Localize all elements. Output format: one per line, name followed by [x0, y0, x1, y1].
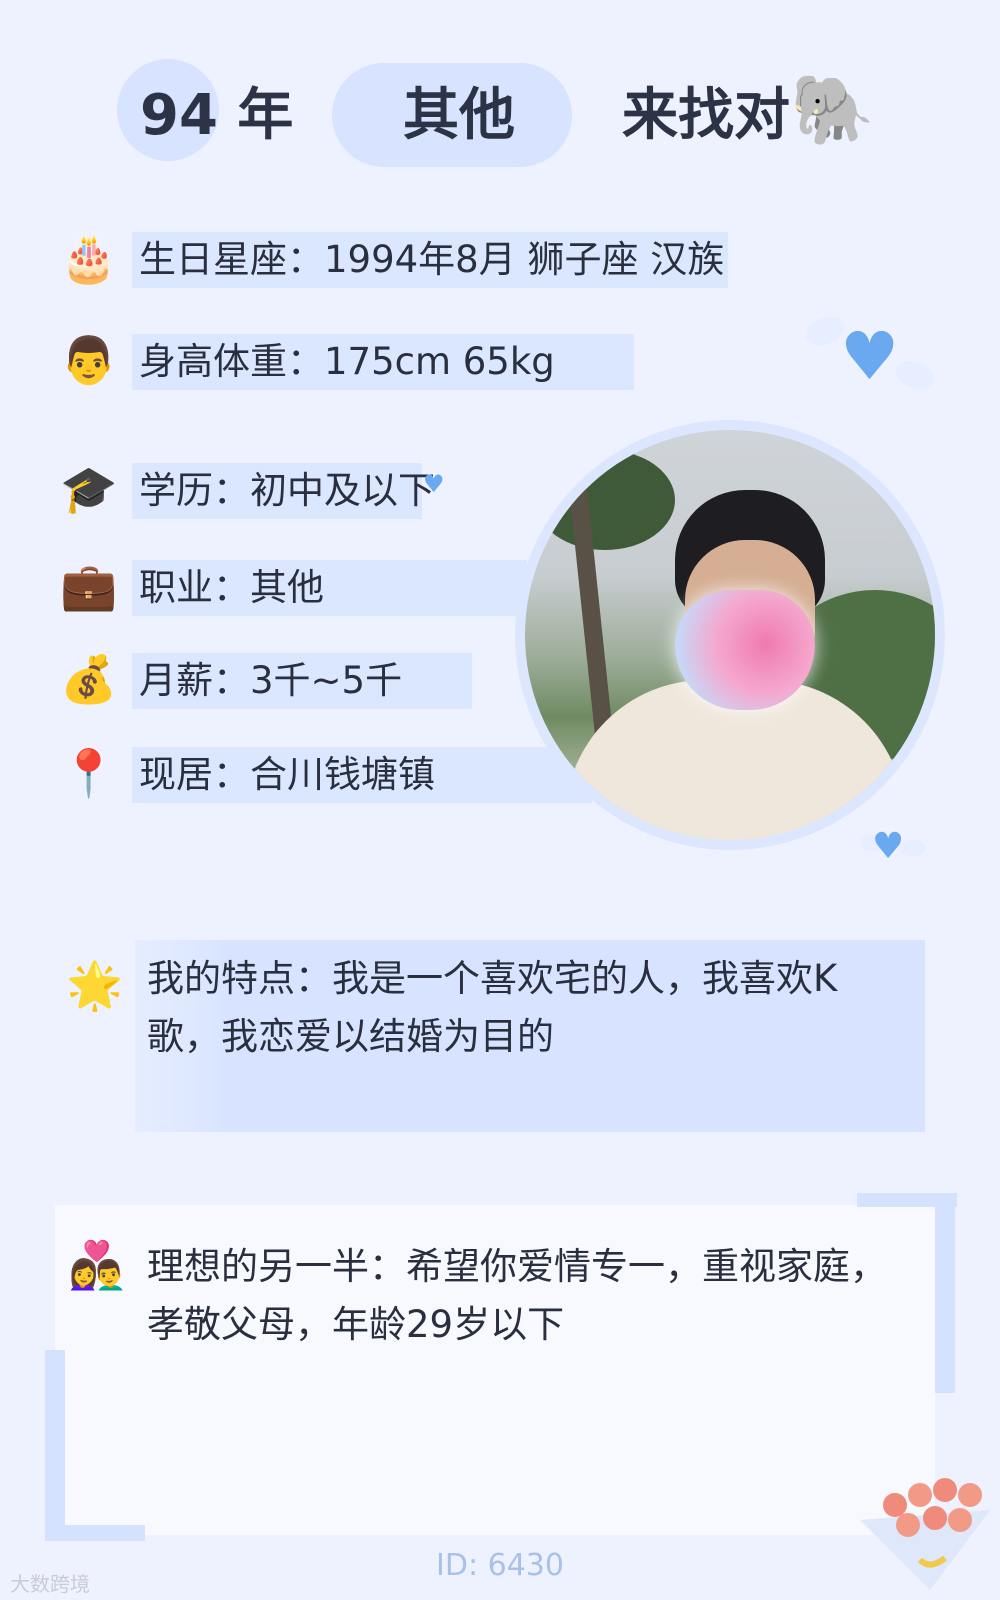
star-icon: 🌟 [66, 958, 124, 1012]
birthday-text: 生日星座：1994年8月 狮子座 汉族 [139, 238, 725, 281]
corner-decoration [45, 1350, 65, 1540]
small-heart-icon: ♥ [423, 470, 445, 498]
money-bag-icon: 💰 [60, 652, 118, 706]
graduation-cap-icon: 🎓 [60, 462, 118, 516]
watermark: 大数跨境 [10, 1572, 90, 1596]
briefcase-icon: 💼 [60, 559, 118, 613]
title-row: 94 年 其他 来找对 🐘 [0, 55, 1000, 175]
location-pin-icon: 📍 [60, 746, 118, 800]
education-text: 学历：初中及以下 [139, 469, 435, 512]
height-weight-text: 身高体重：175cm 65kg [139, 340, 555, 383]
couple-heart-icon: 👩‍❤️‍👨 [68, 1238, 126, 1292]
cake-icon: 🎂 [60, 231, 118, 285]
category-text: 其他 [403, 83, 515, 148]
slogan-text: 来找对 [622, 83, 790, 148]
avatar [525, 430, 935, 840]
occupation-text: 职业：其他 [139, 566, 324, 609]
man-icon: 👨 [60, 333, 118, 387]
salary-text: 月薪：3千~5千 [139, 659, 403, 702]
corner-decoration [935, 1193, 955, 1393]
palm-tree [535, 450, 675, 550]
heart-sticker-icon [675, 590, 815, 710]
profile-card: 94 年 其他 来找对 🐘 🎂 生日星座：1994年8月 狮子座 汉族 👨 身高… [0, 0, 1000, 1600]
year-text: 94 年 [140, 83, 294, 148]
blue-heart-icon: ♥ [840, 318, 900, 395]
residence-text: 现居：合川钱塘镇 [139, 753, 435, 796]
profile-id: ID: 6430 [436, 1548, 564, 1583]
feature-text: 我的特点：我是一个喜欢宅的人，我喜欢K歌，我恋爱以结婚为目的 [147, 957, 838, 1058]
elephant-icon: 🐘 [790, 71, 875, 150]
ideal-partner-text: 理想的另一半：希望你爱情专一，重视家庭，孝敬父母，年龄29岁以下 [147, 1245, 887, 1346]
